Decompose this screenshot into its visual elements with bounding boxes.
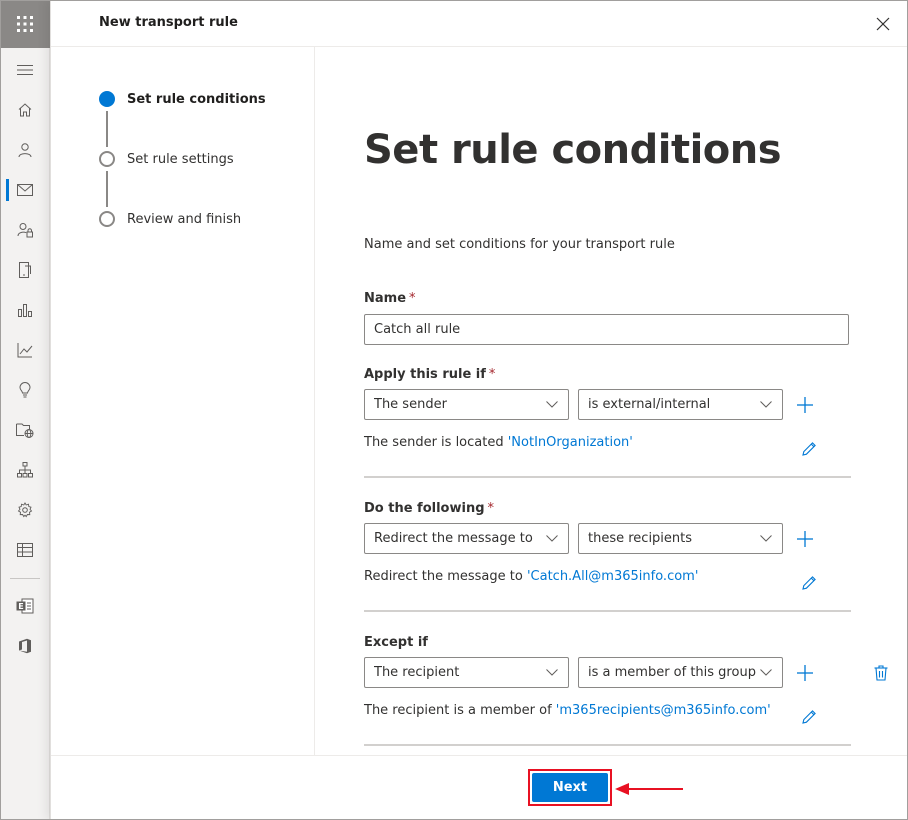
chevron-down-icon (545, 398, 559, 412)
exchange-icon[interactable]: E (13, 594, 37, 618)
insights-icon[interactable] (13, 338, 37, 362)
office-icon[interactable] (13, 634, 37, 658)
add-exception-button[interactable] (794, 662, 816, 684)
exception-predicate-dropdown[interactable]: is a member of this group (578, 657, 783, 688)
section-divider (364, 476, 851, 478)
add-icon (797, 531, 813, 547)
panel-footer: Next (51, 755, 908, 820)
chevron-down-icon (545, 532, 559, 546)
next-button-highlight: Next (528, 769, 612, 806)
step-label: Set rule settings (127, 151, 234, 167)
step-connector (106, 171, 108, 207)
panel-header: New transport rule (51, 0, 908, 47)
step-label: Review and finish (127, 211, 242, 227)
chevron-down-icon (545, 666, 559, 680)
action-dropdown[interactable]: Redirect the message to (364, 523, 569, 554)
transport-rule-panel: New transport rule Set rule conditions S… (50, 0, 908, 820)
chevron-down-icon (759, 398, 773, 412)
section-divider (364, 610, 851, 612)
chevron-down-icon (759, 532, 773, 546)
required-mark: * (487, 501, 495, 516)
step-review-and-finish[interactable]: Review and finish (99, 211, 241, 227)
apply-summary-link[interactable]: 'NotInOrganization' (508, 435, 633, 450)
edit-exception-button[interactable] (798, 706, 820, 728)
organization-icon[interactable] (13, 458, 37, 482)
left-rail: E (0, 0, 50, 820)
trash-icon (874, 665, 888, 681)
apply-predicate-dropdown[interactable]: is external/internal (578, 389, 783, 420)
pencil-icon (802, 576, 816, 590)
exception-summary: The recipient is a member of 'm365recipi… (364, 703, 771, 718)
settings-icon[interactable] (13, 498, 37, 522)
add-icon (797, 665, 813, 681)
page-title: Set rule conditions (364, 127, 782, 173)
next-button[interactable]: Next (532, 773, 608, 802)
mobile-icon[interactable] (13, 258, 37, 282)
apply-condition-dropdown[interactable]: The sender (364, 389, 569, 420)
exception-summary-link[interactable]: 'm365recipients@m365info.com' (556, 703, 771, 718)
page-description: Name and set conditions for your transpo… (364, 237, 675, 252)
edit-action-button[interactable] (798, 572, 820, 594)
add-icon (797, 397, 813, 413)
step-connector (106, 111, 108, 147)
step-set-rule-conditions[interactable]: Set rule conditions (99, 91, 266, 107)
exception-dropdown[interactable]: The recipient (364, 657, 569, 688)
step-active-dot (99, 91, 115, 107)
pencil-icon (802, 442, 816, 456)
public-folder-icon[interactable] (13, 418, 37, 442)
lightbulb-icon[interactable] (13, 378, 37, 402)
required-mark: * (409, 291, 416, 306)
pencil-icon (802, 710, 816, 724)
step-set-rule-settings[interactable]: Set rule settings (99, 151, 234, 167)
close-button[interactable] (873, 14, 893, 34)
table-icon[interactable] (13, 538, 37, 562)
required-mark: * (488, 367, 496, 382)
action-summary-link[interactable]: 'Catch.All@m365info.com' (527, 569, 698, 584)
delete-exception-button[interactable] (870, 662, 892, 684)
rail-separator (10, 578, 40, 579)
step-dot (99, 151, 115, 167)
add-action-button[interactable] (794, 528, 816, 550)
add-condition-button[interactable] (794, 394, 816, 416)
home-icon[interactable] (13, 98, 37, 122)
chevron-down-icon (759, 666, 773, 680)
action-summary: Redirect the message to 'Catch.All@m365i… (364, 569, 699, 584)
mail-icon[interactable] (13, 178, 37, 202)
section-divider (364, 744, 851, 746)
name-label: Name * (364, 291, 416, 306)
person-icon[interactable] (13, 138, 37, 162)
rule-conditions-form: Set rule conditions Name and set conditi… (316, 47, 908, 755)
svg-text:E: E (18, 602, 23, 611)
step-label: Set rule conditions (127, 91, 266, 107)
close-icon (876, 17, 890, 31)
menu-icon[interactable] (13, 58, 37, 82)
arrow-annotation-icon (615, 783, 683, 795)
name-input[interactable] (364, 314, 849, 345)
except-if-label: Except if (364, 635, 428, 650)
edit-condition-button[interactable] (798, 438, 820, 460)
apply-rule-label: Apply this rule if * (364, 367, 496, 382)
rail-active-indicator (6, 179, 9, 201)
action-target-dropdown[interactable]: these recipients (578, 523, 783, 554)
user-lock-icon[interactable] (13, 218, 37, 242)
step-dot (99, 211, 115, 227)
apply-summary: The sender is located 'NotInOrganization… (364, 435, 633, 450)
reports-icon[interactable] (13, 298, 37, 322)
do-following-label: Do the following * (364, 501, 495, 516)
panel-title: New transport rule (99, 15, 238, 30)
app-launcher-icon[interactable] (0, 0, 50, 48)
wizard-steps: Set rule conditions Set rule settings Re… (51, 47, 315, 755)
